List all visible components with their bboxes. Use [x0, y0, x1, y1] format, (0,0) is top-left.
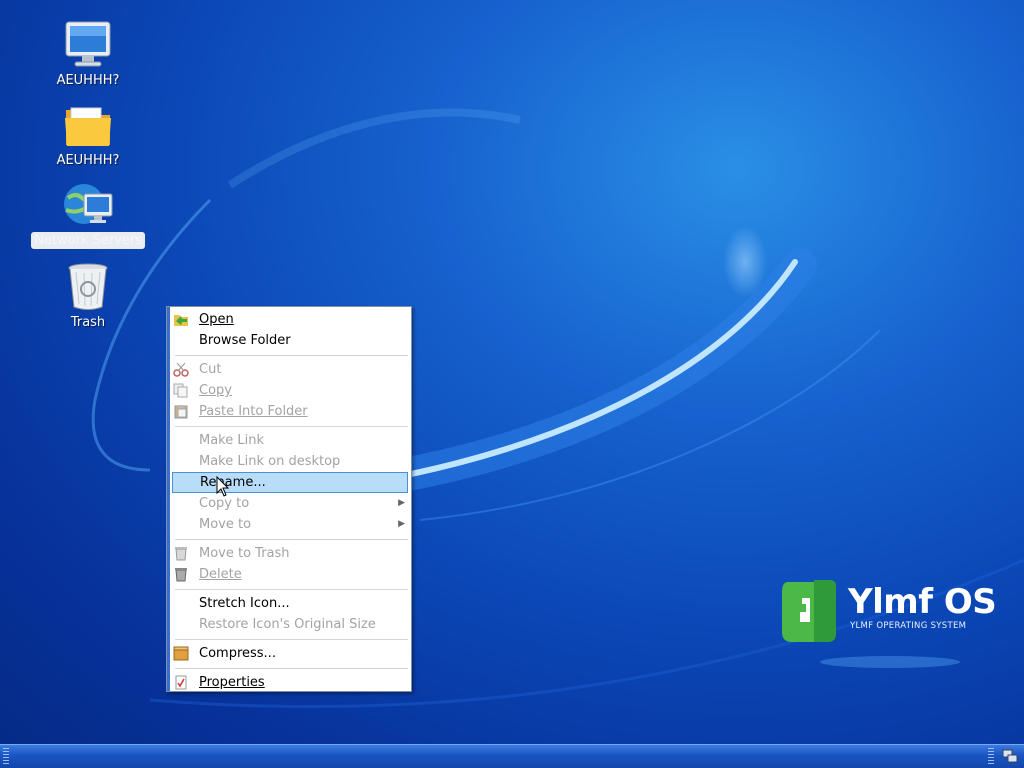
menu-item-move-to-trash[interactable]: Move to Trash: [172, 543, 408, 564]
desktop-icon-label: Trash: [70, 315, 106, 330]
menu-item-delete[interactable]: Delete: [172, 564, 408, 585]
delete-icon: [173, 567, 189, 582]
menu-item-cut[interactable]: Cut: [172, 359, 408, 380]
desktop-wallpaper: [91, 108, 1024, 709]
menu-item-paste-into-folder[interactable]: Paste Into Folder: [172, 401, 408, 422]
menu-separator: [175, 426, 408, 427]
menu-separator: [175, 589, 408, 590]
menu-separator: [175, 639, 408, 640]
menu-item-label: Move to: [199, 517, 252, 532]
menu-item-compress[interactable]: Compress...: [172, 643, 408, 664]
desktop-icon-computer[interactable]: AEUHHH?: [29, 20, 147, 89]
brand-subtitle: YLMF OPERATING SYSTEM: [850, 621, 967, 631]
paste-icon: [173, 404, 189, 419]
brand-title: Ylmf OS: [848, 582, 997, 622]
desktop-icon-label: AEUHHH?: [56, 153, 120, 168]
menu-separator: [175, 539, 408, 540]
mouse-pointer-icon: [216, 476, 230, 497]
menu-item-label: Delete: [199, 567, 242, 582]
monitor-icon: [62, 20, 114, 70]
menu-item-label: Stretch Icon...: [199, 596, 290, 611]
menu-item-label: Make Link: [199, 433, 264, 448]
taskbar-handle-right[interactable]: [988, 748, 994, 765]
menu-item-copy[interactable]: Copy: [172, 380, 408, 401]
menu-item-label: Make Link on desktop: [199, 454, 341, 469]
menu-item-label: Move to Trash: [199, 546, 290, 561]
menu-item-rename[interactable]: Rename...: [172, 472, 408, 493]
menu-item-label: Browse Folder: [199, 333, 291, 348]
menu-item-properties[interactable]: Properties: [172, 672, 408, 693]
menu-item-label: Cut: [199, 362, 222, 377]
menu-item-open[interactable]: Open: [172, 309, 408, 330]
menu-item-label: Open: [199, 312, 234, 327]
chevron-right-icon: ▶: [398, 519, 405, 529]
menu-item-label: Rename...: [200, 475, 266, 490]
menu-item-copy-to[interactable]: Copy to ▶: [172, 493, 408, 514]
ylmf-logo-icon: [782, 580, 836, 642]
desktop-icon-folder[interactable]: AEUHHH?: [29, 100, 147, 169]
menu-item-label: Paste Into Folder: [199, 404, 308, 419]
network-tray-icon[interactable]: [1002, 748, 1018, 764]
menu-separator: [175, 668, 408, 669]
open-icon: [173, 312, 189, 327]
menu-separator: [175, 355, 408, 356]
context-menu: Open Browse Folder Cut Copy Paste Into F…: [166, 306, 412, 692]
menu-item-label: Restore Icon's Original Size: [199, 617, 376, 632]
menu-item-make-link-desktop[interactable]: Make Link on desktop: [172, 451, 408, 472]
taskbar-handle-left[interactable]: [3, 748, 9, 765]
folder-icon: [62, 100, 114, 150]
copy-icon: [173, 383, 189, 398]
menu-item-browse-folder[interactable]: Browse Folder: [172, 330, 408, 351]
menu-item-stretch-icon[interactable]: Stretch Icon...: [172, 593, 408, 614]
scissors-icon: [173, 362, 189, 377]
archive-icon: [173, 646, 189, 661]
menu-item-make-link[interactable]: Make Link: [172, 430, 408, 451]
desktop-icon-trash[interactable]: Trash: [29, 262, 147, 331]
desktop-icon-network-servers[interactable]: Network Servers: [29, 180, 147, 249]
properties-icon: [173, 675, 189, 690]
desktop-icon-label: Network Servers: [31, 232, 145, 249]
chevron-right-icon: ▶: [398, 498, 405, 508]
menu-item-restore-icon-size[interactable]: Restore Icon's Original Size: [172, 614, 408, 635]
network-servers-icon: [62, 180, 114, 230]
taskbar: [0, 744, 1024, 768]
menu-item-label: Compress...: [199, 646, 276, 661]
trash-icon: [62, 262, 114, 312]
menu-item-label: Properties: [199, 675, 265, 690]
menu-item-label: Copy to: [199, 496, 250, 511]
menu-item-label: Copy: [199, 383, 232, 398]
menu-item-move-to[interactable]: Move to ▶: [172, 514, 408, 535]
trash-icon: [173, 546, 189, 561]
desktop-icon-label: AEUHHH?: [56, 73, 120, 88]
